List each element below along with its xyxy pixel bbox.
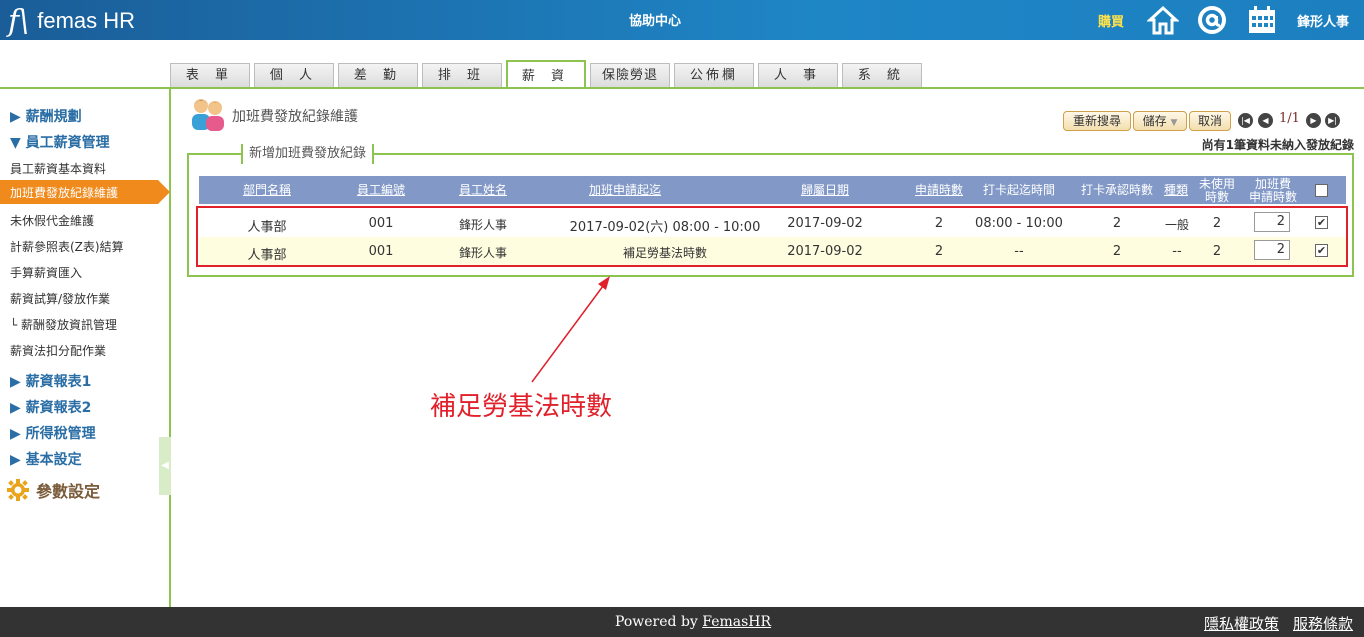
- col-belong-date[interactable]: 歸屬日期: [759, 184, 891, 197]
- fieldset-legend: 新增加班費發放紀錄: [241, 144, 375, 164]
- tab-hr[interactable]: 人 事: [758, 63, 838, 87]
- col-punch-hours: 打卡承認時數: [1080, 183, 1153, 197]
- sidebar-item-ot-pay-records[interactable]: 加班費發放紀錄維護: [0, 180, 170, 204]
- tab-payroll[interactable]: 薪 資: [506, 60, 586, 88]
- select-all-checkbox[interactable]: [1315, 184, 1328, 197]
- femashr-link[interactable]: FemasHR: [702, 614, 771, 630]
- username[interactable]: 鋒形人事: [1297, 11, 1349, 30]
- col-type[interactable]: 種類: [1161, 184, 1191, 197]
- last-page-icon[interactable]: ▶|: [1325, 113, 1340, 128]
- sidebar: ▶ 薪酬規劃 ▼ 員工薪資管理 員工薪資基本資料 加班費發放紀錄維護 未休假代金…: [0, 89, 171, 607]
- param-settings[interactable]: 參數設定: [6, 478, 100, 502]
- col-unused: 未使用 時數: [1198, 177, 1235, 204]
- sidebar-item-salary-basic[interactable]: 員工薪資基本資料: [10, 160, 106, 177]
- highlight-box: [196, 206, 1348, 267]
- femas-logo[interactable]: f\ femas HR: [8, 3, 136, 39]
- first-page-icon[interactable]: |◀: [1238, 113, 1253, 128]
- sidebar-section-income-tax[interactable]: ▶ 所得稅管理: [10, 423, 96, 443]
- cancel-button[interactable]: 取消: [1189, 111, 1231, 131]
- sidebar-section-employee-payroll[interactable]: ▼ 員工薪資管理: [10, 132, 110, 152]
- col-dept[interactable]: 部門名稱: [199, 184, 335, 197]
- main-tabs: 表 單 個 人 差 勤 排 班 薪 資 保險勞退 公佈欄 人 事 系 統: [170, 60, 926, 88]
- next-page-icon[interactable]: ▶: [1306, 113, 1321, 128]
- page-title: 加班費發放紀錄維護: [232, 109, 358, 125]
- logo-text: femas HR: [37, 8, 136, 33]
- research-button[interactable]: 重新搜尋: [1063, 111, 1131, 131]
- col-emp-name[interactable]: 員工姓名: [427, 184, 539, 197]
- sidebar-item-z-table[interactable]: 計薪參照表(Z表)結算: [10, 238, 124, 255]
- top-header: f\ femas HR 協助中心 購買 鋒形人事: [0, 0, 1364, 40]
- sidebar-item-manual-import[interactable]: 手算薪資匯入: [10, 264, 82, 281]
- param-settings-label: 參數設定: [36, 482, 101, 501]
- at-icon[interactable]: [1196, 4, 1228, 36]
- save-dropdown-button[interactable]: 儲存 ▼: [1133, 111, 1187, 131]
- save-label: 儲存: [1142, 114, 1167, 128]
- col-ot-period[interactable]: 加班申請起迄: [539, 184, 711, 197]
- gear-icon: [7, 479, 29, 501]
- sidebar-item-leave-compensation[interactable]: 未休假代金維護: [10, 212, 94, 229]
- table-header: 部門名稱 員工編號 員工姓名 加班申請起迄 歸屬日期 申請時數 打卡起迄時間 打…: [199, 176, 1346, 204]
- help-center-link[interactable]: 協助中心: [600, 10, 710, 29]
- col-ot-pay-hours: 加班費 申請時數: [1248, 177, 1297, 204]
- sidebar-section-compensation-planning[interactable]: ▶ 薪酬規劃: [10, 106, 82, 126]
- tab-schedule[interactable]: 排 班: [422, 63, 502, 87]
- footer: Powered by FemasHR 隱私權政策 服務條款: [0, 607, 1364, 637]
- annotation-text: 補足勞基法時數: [430, 392, 613, 422]
- logo-mark: f\: [8, 3, 30, 39]
- sidebar-section-report1[interactable]: ▶ 薪資報表1: [10, 371, 91, 391]
- powered-by: Powered by FemasHR: [615, 614, 772, 630]
- col-punch-period: 打卡起迄時間: [982, 183, 1055, 197]
- chevron-down-icon: ▼: [1170, 118, 1178, 128]
- pending-notice: 尚有1筆資料未納入發放紀錄: [1201, 138, 1354, 152]
- col-apply-hours[interactable]: 申請時數: [909, 184, 969, 197]
- page-indicator: 1/1: [1279, 111, 1300, 126]
- prev-page-icon[interactable]: ◀: [1258, 113, 1273, 128]
- tab-underline: [0, 87, 1364, 89]
- sidebar-item-label: 加班費發放紀錄維護: [10, 186, 119, 200]
- terms-of-service-link[interactable]: 服務條款: [1293, 613, 1353, 634]
- sidebar-section-report2[interactable]: ▶ 薪資報表2: [10, 397, 91, 417]
- calendar-icon[interactable]: [1246, 4, 1278, 36]
- home-icon[interactable]: [1146, 4, 1180, 36]
- tab-system[interactable]: 系 統: [842, 63, 922, 87]
- tab-insurance[interactable]: 保險勞退: [590, 63, 670, 87]
- sidebar-item-garnishment[interactable]: 薪資法扣分配作業: [10, 342, 106, 359]
- sidebar-section-basic-settings[interactable]: ▶ 基本設定: [10, 449, 82, 469]
- tab-forms[interactable]: 表 單: [170, 63, 250, 87]
- tab-personal[interactable]: 個 人: [254, 63, 334, 87]
- sidebar-collapse-handle[interactable]: ◀: [159, 437, 171, 495]
- people-icon: [188, 96, 228, 132]
- sidebar-item-payment-info[interactable]: └ 薪酬發放資訊管理: [10, 316, 117, 333]
- buy-link[interactable]: 購買: [1098, 11, 1124, 30]
- privacy-policy-link[interactable]: 隱私權政策: [1204, 613, 1279, 634]
- col-emp-no[interactable]: 員工編號: [335, 184, 427, 197]
- tab-bulletin[interactable]: 公佈欄: [674, 63, 754, 87]
- tab-attendance[interactable]: 差 勤: [338, 63, 418, 87]
- sidebar-item-payroll-calc[interactable]: 薪資試算/發放作業: [10, 290, 110, 307]
- annotation-arrow: [531, 276, 610, 383]
